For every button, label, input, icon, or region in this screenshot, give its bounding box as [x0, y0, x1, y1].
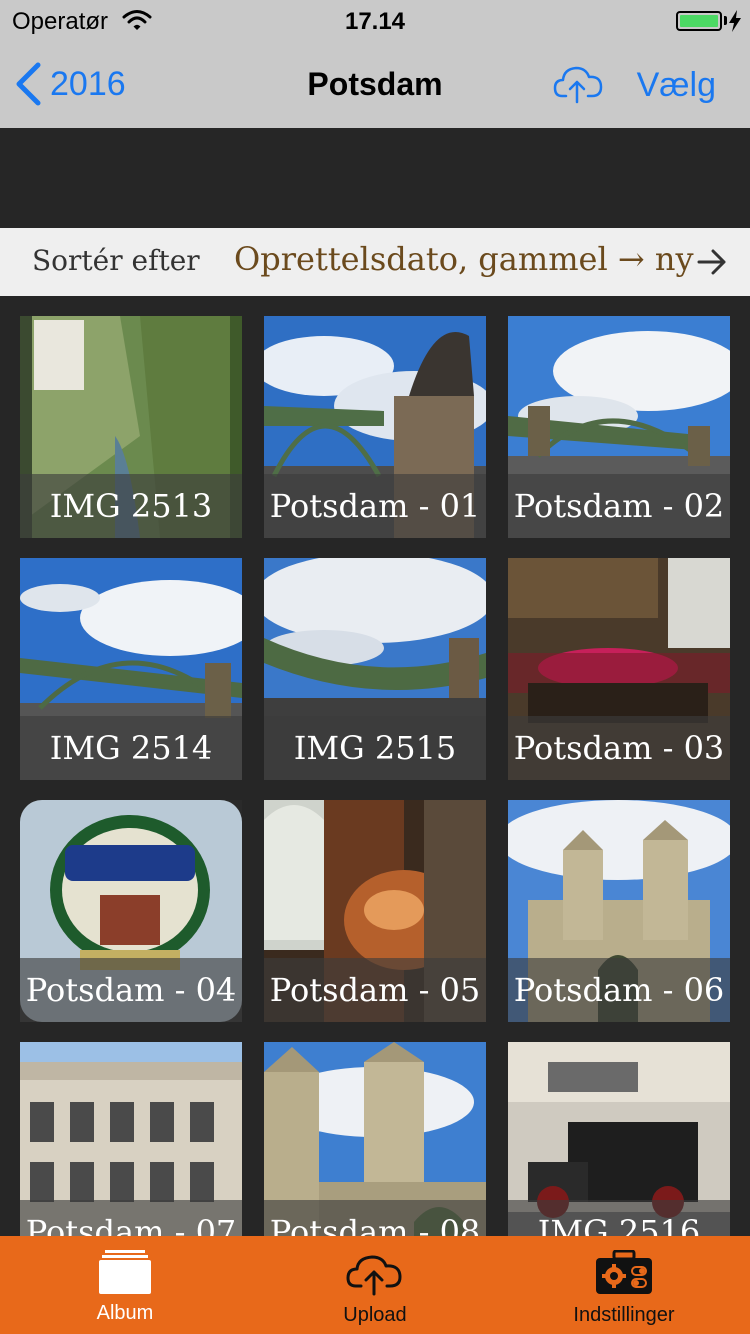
- photo-caption: Potsdam - 05: [264, 958, 486, 1022]
- photo-caption: IMG 2514: [20, 716, 242, 780]
- photo-tile[interactable]: Potsdam - 04: [20, 800, 242, 1022]
- photo-tile[interactable]: IMG 2514: [20, 558, 242, 780]
- photo-caption: IMG 2515: [264, 716, 486, 780]
- photo-grid: IMG 2513 Potsdam - 01 Potsdam - 02 IMG 2…: [0, 296, 750, 1236]
- sort-label: Sortér efter: [32, 244, 200, 277]
- photo-caption: Potsdam - 08: [264, 1200, 486, 1236]
- photo-tile[interactable]: IMG 2513: [20, 316, 242, 538]
- tab-upload-label: Upload: [343, 1304, 407, 1326]
- battery-tip: [724, 16, 727, 25]
- status-bar: Operatør 17.14: [0, 0, 750, 40]
- photo-caption: Potsdam - 07: [20, 1200, 242, 1236]
- photo-caption: IMG 2516: [508, 1200, 730, 1236]
- tab-album[interactable]: Album: [70, 1236, 180, 1334]
- photo-tile[interactable]: Potsdam - 06: [508, 800, 730, 1022]
- settings-toolbox-icon: [596, 1250, 652, 1294]
- photo-caption: Potsdam - 02: [508, 474, 730, 538]
- album-icon: [99, 1250, 151, 1294]
- sort-value[interactable]: Oprettelsdato, gammel → ny: [234, 240, 694, 278]
- photo-tile[interactable]: IMG 2516: [508, 1042, 730, 1236]
- arrow-right-icon[interactable]: [696, 248, 728, 276]
- cloud-upload-icon: [346, 1255, 402, 1296]
- tab-album-label: Album: [96, 1302, 154, 1324]
- tab-settings[interactable]: Indstillinger: [544, 1236, 704, 1334]
- status-time: 17.14: [344, 8, 406, 35]
- photo-caption: Potsdam - 01: [264, 474, 486, 538]
- photo-tile[interactable]: Potsdam - 08: [264, 1042, 486, 1236]
- tab-upload[interactable]: Upload: [320, 1236, 430, 1334]
- photo-caption: Potsdam - 03: [508, 716, 730, 780]
- photo-tile[interactable]: Potsdam - 07: [20, 1042, 242, 1236]
- navigation-bar: 2016 Potsdam Vælg: [0, 40, 750, 128]
- select-button[interactable]: Vælg: [637, 66, 716, 105]
- photo-caption: IMG 2513: [20, 474, 242, 538]
- charging-bolt-icon: [729, 10, 741, 32]
- photo-caption: Potsdam - 06: [508, 958, 730, 1022]
- photo-tile[interactable]: IMG 2515: [264, 558, 486, 780]
- photo-caption: Potsdam - 04: [20, 958, 242, 1022]
- tab-bar: Album Upload Indstillinger: [0, 1236, 750, 1334]
- cloud-upload-icon[interactable]: [552, 62, 604, 104]
- photo-tile[interactable]: Potsdam - 03: [508, 558, 730, 780]
- header-spacer: [0, 128, 750, 228]
- photo-tile[interactable]: Potsdam - 05: [264, 800, 486, 1022]
- photo-tile[interactable]: Potsdam - 01: [264, 316, 486, 538]
- photo-tile[interactable]: Potsdam - 02: [508, 316, 730, 538]
- sort-bar[interactable]: Sortér efter Oprettelsdato, gammel → ny: [0, 228, 750, 296]
- battery-level: [680, 15, 718, 27]
- battery-icon: [676, 11, 722, 31]
- tab-settings-label: Indstillinger: [573, 1304, 675, 1326]
